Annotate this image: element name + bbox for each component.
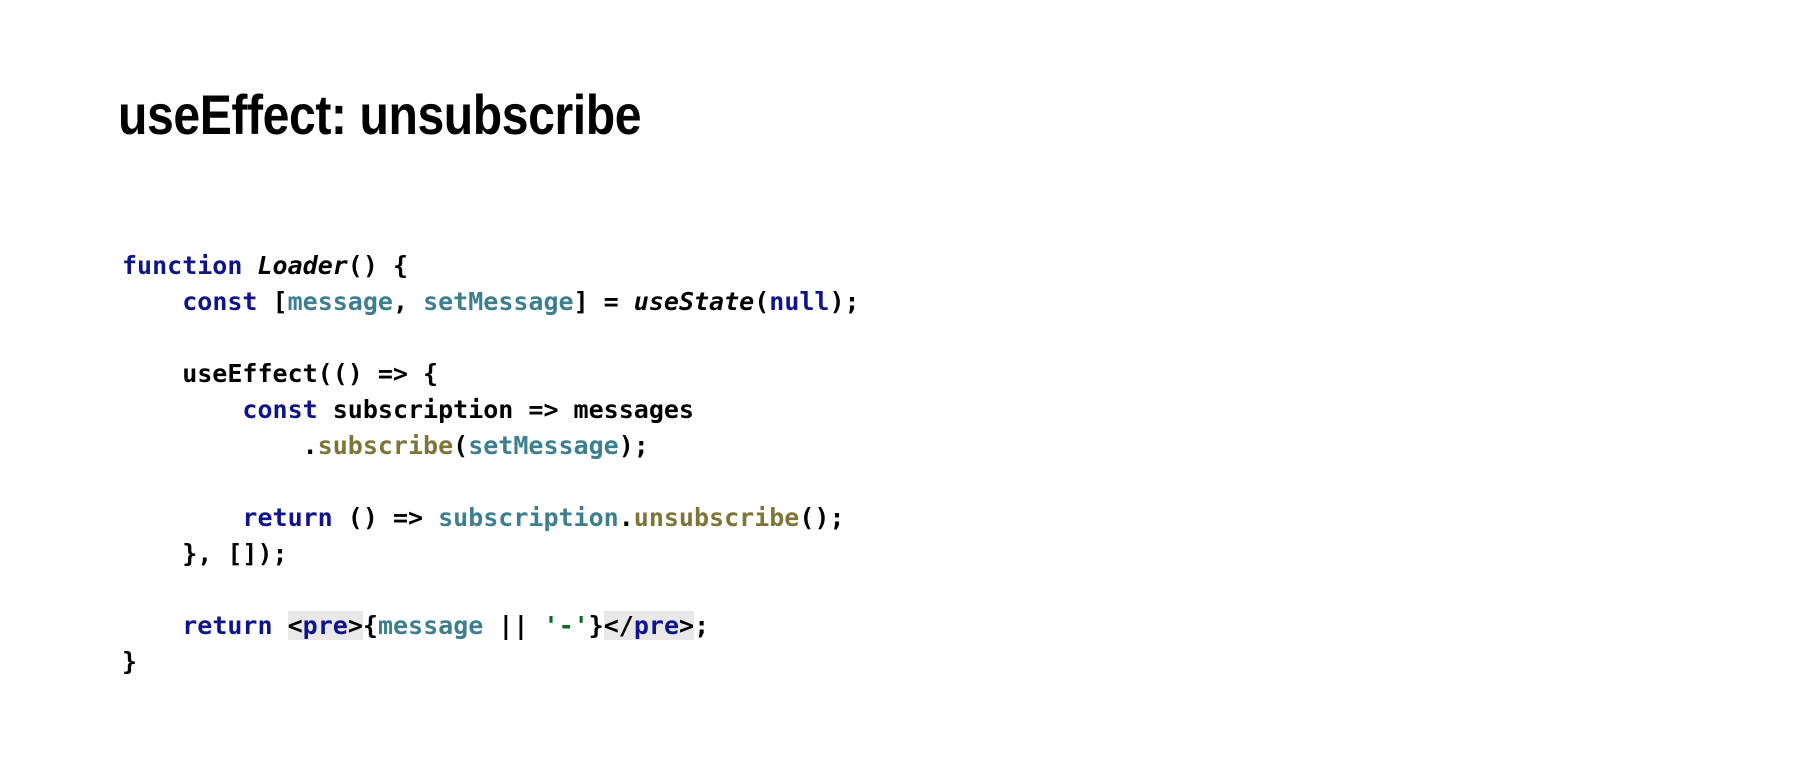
code-token-plain: } [588, 611, 604, 640]
code-token-var: setMessage [468, 431, 619, 460]
code-token-kw: const [182, 287, 258, 316]
code-line [122, 572, 860, 608]
code-token-var: message [377, 611, 484, 640]
code-token-tag: pre [302, 611, 348, 640]
code-token-plain: { [362, 611, 378, 640]
code-line: const [message, setMessage] = useState(n… [122, 284, 860, 320]
code-token-punct-hl: </ [603, 611, 634, 640]
code-line: useEffect(() => { [122, 356, 860, 392]
code-token-plain: . [122, 431, 318, 460]
code-token-kw: return [242, 503, 333, 532]
code-line: const subscription => messages [122, 392, 860, 428]
code-token-plain: . [618, 503, 634, 532]
code-token-kw: const [242, 395, 318, 424]
code-token-fn: unsubscribe [633, 503, 800, 532]
code-token-punct-hl: > [347, 611, 363, 640]
code-line: return () => subscription.unsubscribe(); [122, 500, 860, 536]
code-token-plain: ( [754, 287, 770, 316]
code-token-plain: () => [332, 503, 439, 532]
code-token-plain: } [122, 647, 138, 676]
code-token-name: Loader [257, 251, 348, 280]
code-token-punct-hl: > [679, 611, 695, 640]
code-token-var: setMessage [423, 287, 574, 316]
code-token-plain: (); [799, 503, 845, 532]
code-token-plain: || [483, 611, 544, 640]
code-block: function Loader() { const [message, setM… [122, 248, 860, 680]
code-token-plain: ; [694, 611, 710, 640]
code-line: }, []); [122, 536, 860, 572]
code-token-punct-hl: < [287, 611, 303, 640]
code-token-plain: ] = [573, 287, 634, 316]
code-token-plain: useEffect(() => { [122, 359, 439, 388]
code-token-plain: [ [257, 287, 288, 316]
code-token-kw: null [769, 287, 830, 316]
page-title: useEffect: unsubscribe [118, 82, 642, 146]
code-token-kw: return [182, 611, 273, 640]
slide-root: useEffect: unsubscribe function Loader()… [0, 0, 1800, 782]
code-line [122, 320, 860, 356]
code-token-plain: }, []); [122, 539, 288, 568]
code-token-kw: function [122, 251, 243, 280]
code-token-var: message [287, 287, 393, 316]
code-token-fn: subscribe [317, 431, 454, 460]
code-line: .subscribe(setMessage); [122, 428, 860, 464]
code-token-plain: ( [453, 431, 469, 460]
code-token-plain: ); [618, 431, 649, 460]
code-token-str: '-' [543, 611, 589, 640]
code-line [122, 464, 860, 500]
code-token-name: useState [633, 287, 755, 316]
code-token-plain: , [392, 287, 424, 316]
code-token-var: subscription [438, 503, 619, 532]
code-token-plain: subscription => messages [317, 395, 694, 424]
code-line: function Loader() { [122, 248, 860, 284]
code-line: return <pre>{message || '-'}</pre>; [122, 608, 860, 644]
code-token-tag: pre [633, 611, 679, 640]
code-token-plain: () { [347, 251, 409, 280]
code-token-plain: ); [829, 287, 860, 316]
code-line: } [122, 644, 860, 680]
